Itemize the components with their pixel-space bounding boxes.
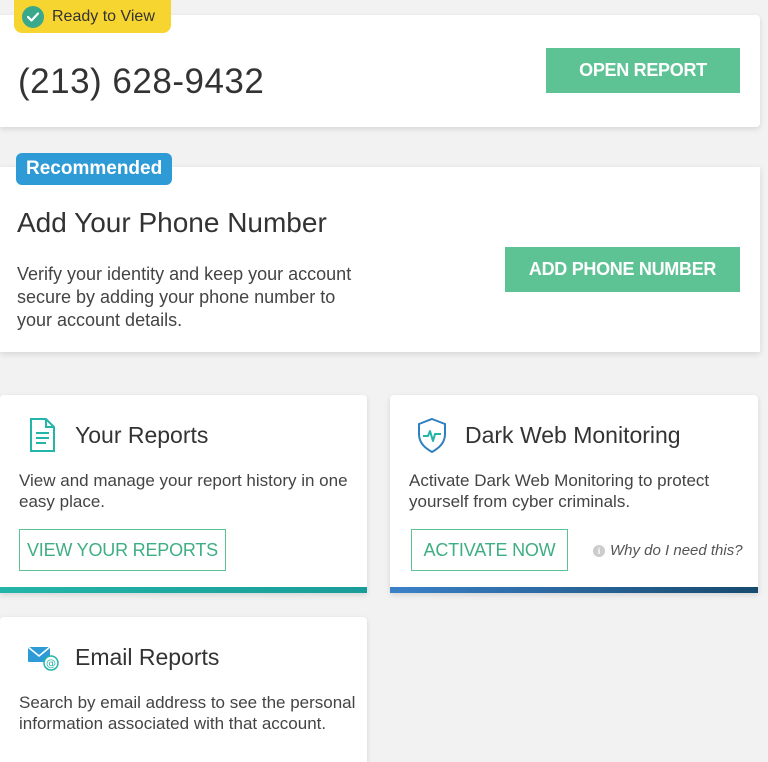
your-reports-card: Your Reports View and manage your report… — [0, 395, 367, 593]
why-need-this-label: Why do I need this? — [610, 542, 743, 559]
your-reports-text: View and manage your report history in o… — [19, 471, 348, 511]
add-phone-title: Add Your Phone Number — [17, 207, 327, 238]
email-reports-title: Email Reports — [75, 644, 220, 670]
dark-web-title: Dark Web Monitoring — [465, 422, 681, 448]
email-reports-text: Search by email address to see the perso… — [19, 693, 356, 733]
add-phone-card: Add Your Phone Number Verify your identi… — [0, 167, 760, 352]
your-reports-title: Your Reports — [75, 422, 209, 448]
card-accent-bar — [390, 587, 758, 593]
why-need-this-link[interactable]: i Why do I need this? — [593, 542, 743, 559]
check-icon — [22, 5, 44, 28]
open-report-button[interactable]: OPEN REPORT — [546, 48, 740, 93]
card-accent-bar — [0, 587, 367, 593]
email-icon: @ — [24, 637, 60, 677]
document-icon — [24, 415, 60, 455]
add-phone-description: Verify your identity and keep your accou… — [17, 264, 352, 330]
report-phone-number: (213) 628-9432 — [18, 62, 265, 101]
ready-status-label: Ready to View — [52, 7, 155, 25]
shield-pulse-icon — [414, 415, 450, 455]
ready-status-badge: Ready to View — [14, 0, 171, 33]
svg-text:@: @ — [46, 659, 56, 670]
dark-web-text: Activate Dark Web Monitoring to protect … — [409, 471, 710, 511]
view-your-reports-button[interactable]: VIEW YOUR REPORTS — [19, 529, 226, 571]
activate-now-button[interactable]: ACTIVATE NOW — [411, 529, 568, 571]
info-icon: i — [593, 544, 605, 557]
dark-web-card: Dark Web Monitoring Activate Dark Web Mo… — [390, 395, 758, 593]
recommended-badge: Recommended — [16, 153, 173, 185]
add-phone-number-button[interactable]: ADD PHONE NUMBER — [505, 247, 740, 292]
email-reports-card: @ Email Reports Search by email address … — [0, 617, 367, 762]
